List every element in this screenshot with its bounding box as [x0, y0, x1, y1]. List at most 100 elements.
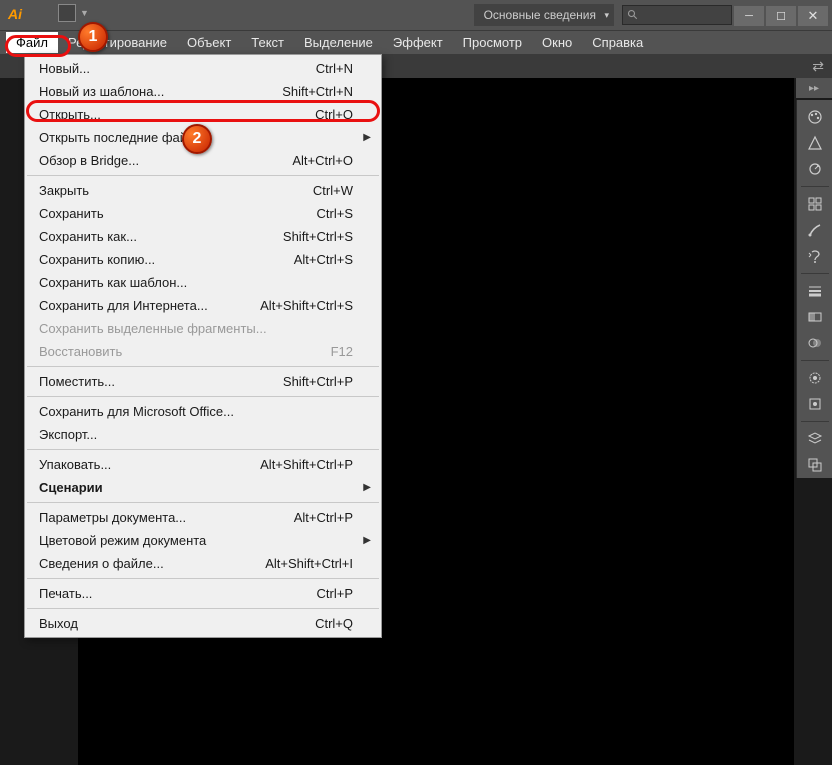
menu-item-label: Печать... — [39, 586, 92, 601]
menu-item-сохранить[interactable]: СохранитьCtrl+S — [25, 202, 381, 225]
menu-separator — [27, 366, 379, 367]
menu-item-выход[interactable]: Выход Ctrl+Q — [25, 612, 381, 635]
panel-toggle-icon[interactable]: ⇄ — [812, 58, 824, 75]
menu-item-label: Закрыть — [39, 183, 89, 198]
menu-item-label: Обзор в Bridge... — [39, 153, 139, 168]
search-input[interactable] — [622, 5, 732, 25]
menu-редактирование[interactable]: Редактирование — [58, 32, 177, 53]
maximize-button[interactable]: ☐ — [766, 6, 796, 26]
submenu-arrow-icon: ▶ — [363, 132, 371, 143]
menu-item-shortcut: Alt+Shift+Ctrl+I — [265, 556, 353, 571]
menu-item-shortcut: Ctrl+P — [317, 586, 353, 601]
menu-item-сохранить-как-[interactable]: Сохранить как... Shift+Ctrl+S — [25, 225, 381, 248]
menu-item-цветовой-режим-документа[interactable]: Цветовой режим документа ▶ — [25, 529, 381, 552]
menu-текст[interactable]: Текст — [241, 32, 294, 53]
menu-separator — [27, 578, 379, 579]
menu-item-shortcut: Shift+Ctrl+N — [282, 84, 353, 99]
menu-эффект[interactable]: Эффект — [383, 32, 453, 53]
menu-item-новый-из-шаблона-[interactable]: Новый из шаблона... Shift+Ctrl+N — [25, 80, 381, 103]
menu-item-параметры-документа-[interactable]: Параметры документа... Alt+Ctrl+P — [25, 506, 381, 529]
symbols-icon[interactable] — [801, 245, 829, 267]
menu-item-label: Упаковать... — [39, 457, 111, 472]
menu-item-label: Сохранить как шаблон... — [39, 275, 187, 290]
menu-выделение[interactable]: Выделение — [294, 32, 383, 53]
search-icon — [627, 9, 639, 21]
menu-item-label: Новый из шаблона... — [39, 84, 164, 99]
workspace-label: Основные сведения — [484, 8, 596, 22]
menu-item-label: Сведения о файле... — [39, 556, 164, 571]
close-button[interactable]: ✕ — [798, 6, 828, 26]
menu-separator — [27, 396, 379, 397]
menu-item-label: Сохранить выделенные фрагменты... — [39, 321, 267, 336]
menu-item-сохранить-для-интернета-[interactable]: Сохранить для Интернета...Alt+Shift+Ctrl… — [25, 294, 381, 317]
artboards-icon[interactable] — [801, 454, 829, 476]
menu-item-восстановить: Восстановить F12 — [25, 340, 381, 363]
panel-separator — [801, 186, 829, 187]
menu-separator — [27, 502, 379, 503]
menu-item-печать-[interactable]: Печать... Ctrl+P — [25, 582, 381, 605]
menu-item-label: Восстановить — [39, 344, 122, 359]
color-guide-icon[interactable] — [801, 132, 829, 154]
menu-item-label: Выход — [39, 616, 78, 631]
menu-просмотр[interactable]: Просмотр — [453, 32, 532, 53]
menu-item-label: Открыть последние файлы — [39, 130, 204, 145]
menu-справка[interactable]: Справка — [582, 32, 653, 53]
grid-icon[interactable] — [801, 193, 829, 215]
menu-item-shortcut: Alt+Shift+Ctrl+P — [260, 457, 353, 472]
menu-item-экспорт-[interactable]: Экспорт... — [25, 423, 381, 446]
submenu-arrow-icon: ▶ — [363, 535, 371, 546]
workspace-switcher[interactable]: Основные сведения — [474, 4, 614, 26]
panel-separator — [801, 273, 829, 274]
menu-файл[interactable]: Файл — [6, 32, 58, 53]
window-controls: ─ ☐ ✕ — [734, 4, 830, 26]
menu-item-сохранить-копию-[interactable]: Сохранить копию...Alt+Ctrl+S — [25, 248, 381, 271]
right-panel-dock — [796, 100, 832, 478]
gradient-icon[interactable] — [801, 306, 829, 328]
color-palette-icon[interactable] — [801, 106, 829, 128]
menu-item-shortcut: Alt+Ctrl+O — [292, 153, 353, 168]
doc-arrange-dropdown-icon[interactable]: ▼ — [80, 8, 89, 18]
menu-item-shortcut: Ctrl+S — [317, 206, 353, 221]
menu-item-label: Цветовой режим документа — [39, 533, 206, 548]
menu-окно[interactable]: Окно — [532, 32, 582, 53]
menu-item-shortcut: Alt+Shift+Ctrl+S — [260, 298, 353, 313]
swatches-icon[interactable] — [801, 158, 829, 180]
menu-item-упаковать-[interactable]: Упаковать... Alt+Shift+Ctrl+P — [25, 453, 381, 476]
menu-item-поместить-[interactable]: Поместить...Shift+Ctrl+P — [25, 370, 381, 393]
menu-item-label: Параметры документа... — [39, 510, 186, 525]
menu-item-label: Сохранить как... — [39, 229, 137, 244]
menu-item-сохранить-выделенные-фрагменты-: Сохранить выделенные фрагменты... — [25, 317, 381, 340]
menu-item-label: Сценарии — [39, 480, 103, 495]
doc-arrange-icon[interactable] — [58, 4, 76, 22]
minimize-button[interactable]: ─ — [734, 6, 764, 26]
menu-item-shortcut: Ctrl+W — [313, 183, 353, 198]
menu-item-сохранить-для-microsoft-office-[interactable]: Сохранить для Microsoft Office... — [25, 400, 381, 423]
menu-item-сохранить-как-шаблон-[interactable]: Сохранить как шаблон... — [25, 271, 381, 294]
appearance-icon[interactable] — [801, 367, 829, 389]
menu-item-сценарии[interactable]: Сценарии▶ — [25, 476, 381, 499]
menu-item-label: Сохранить для Microsoft Office... — [39, 404, 234, 419]
menu-item-новый-[interactable]: Новый...Ctrl+N — [25, 57, 381, 80]
menu-item-shortcut: Ctrl+Q — [315, 616, 353, 631]
menu-item-label: Сохранить копию... — [39, 252, 155, 267]
titlebar: Ai ▼ Основные сведения ─ ☐ ✕ — [0, 0, 832, 30]
panel-separator — [801, 421, 829, 422]
menu-separator — [27, 608, 379, 609]
menu-item-открыть-[interactable]: Открыть... Ctrl+O — [25, 103, 381, 126]
brushes-icon[interactable] — [801, 219, 829, 241]
stroke-icon[interactable] — [801, 280, 829, 302]
menu-объект[interactable]: Объект — [177, 32, 241, 53]
panel-collapse-icon[interactable]: ▸▸ — [796, 78, 832, 98]
menu-item-shortcut: Alt+Ctrl+P — [294, 510, 353, 525]
annotation-badge-1: 1 — [78, 22, 108, 52]
menu-item-shortcut: Shift+Ctrl+S — [283, 229, 353, 244]
menu-item-label: Открыть... — [39, 107, 101, 122]
layers-icon[interactable] — [801, 428, 829, 450]
menu-item-закрыть[interactable]: Закрыть Ctrl+W — [25, 179, 381, 202]
menu-item-shortcut: F12 — [331, 344, 353, 359]
graphic-styles-icon[interactable] — [801, 393, 829, 415]
transparency-icon[interactable] — [801, 332, 829, 354]
panel-separator — [801, 360, 829, 361]
menu-item-shortcut: Ctrl+O — [315, 107, 353, 122]
menu-item-сведения-о-файле-[interactable]: Сведения о файле... Alt+Shift+Ctrl+I — [25, 552, 381, 575]
